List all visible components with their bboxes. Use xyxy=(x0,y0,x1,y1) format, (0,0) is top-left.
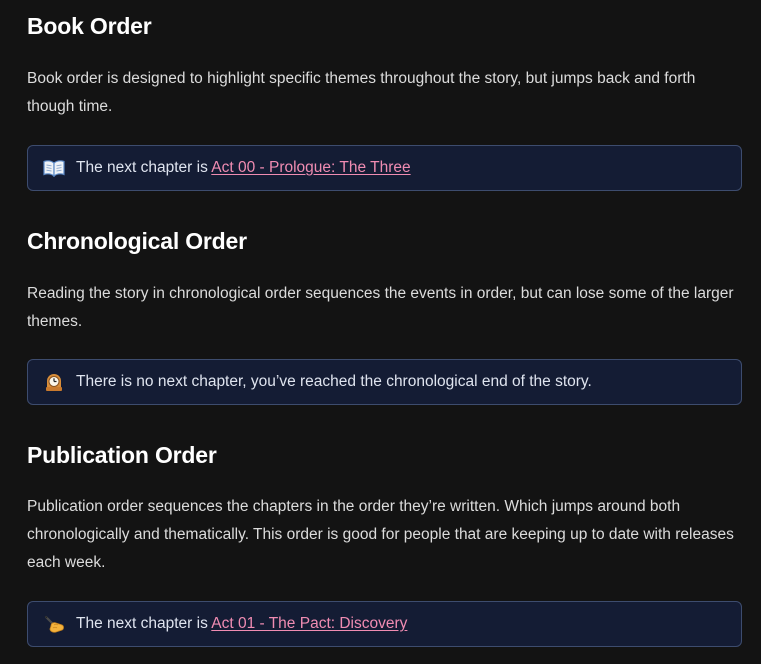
section-title-book-order: Book Order xyxy=(27,13,152,39)
section-description-publication-order: Publication order sequences the chapters… xyxy=(27,498,734,571)
writing-hand-icon xyxy=(42,613,66,635)
callout-prefix: The next chapter is xyxy=(76,615,212,632)
next-chapter-callout-book-order: The next chapter is Act 00 - Prologue: T… xyxy=(27,145,742,191)
next-chapter-callout-chronological-order: There is no next chapter, you’ve reached… xyxy=(27,359,742,405)
section-description-book-order: Book order is designed to highlight spec… xyxy=(27,70,696,115)
open-book-icon xyxy=(42,157,66,179)
callout-text: The next chapter is Act 01 - The Pact: D… xyxy=(76,615,407,633)
section-title-publication-order: Publication Order xyxy=(27,442,217,468)
next-chapter-link[interactable]: Act 00 - Prologue: The Three xyxy=(211,159,410,176)
next-chapter-callout-publication-order: The next chapter is Act 01 - The Pact: D… xyxy=(27,601,742,647)
callout-prefix: The next chapter is xyxy=(76,159,212,176)
next-chapter-link[interactable]: Act 01 - The Pact: Discovery xyxy=(211,615,407,632)
section-title-chronological-order: Chronological Order xyxy=(27,228,247,254)
mantelpiece-clock-icon xyxy=(42,371,66,393)
section-description-chronological-order: Reading the story in chronological order… xyxy=(27,285,734,330)
callout-text: There is no next chapter, you’ve reached… xyxy=(76,373,592,390)
callout-text: The next chapter is Act 00 - Prologue: T… xyxy=(76,159,411,177)
